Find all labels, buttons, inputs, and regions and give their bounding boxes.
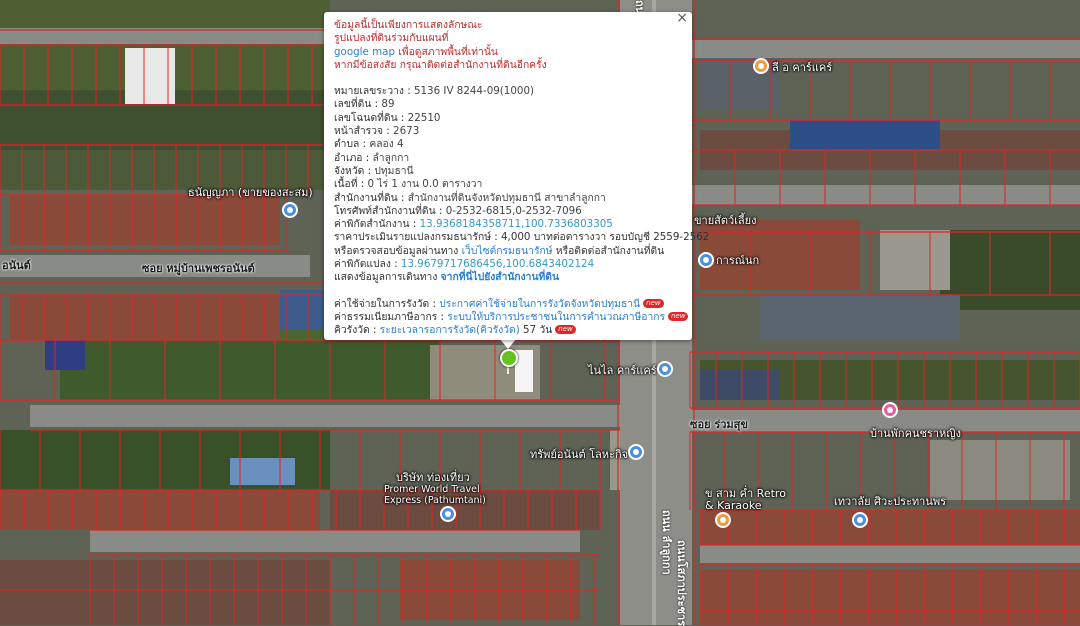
field-land-office: สำนักงานที่ดิน : สำนักงานที่ดินจังหวัดปท…	[334, 191, 606, 204]
field-deed-number: เลขโฉนดที่ดิน : 22510	[334, 111, 441, 124]
road-label-partial: อนันต์	[2, 259, 31, 272]
field-label: หน้าสำรวจ	[334, 125, 384, 138]
poi-pin-icon[interactable]	[715, 512, 731, 528]
poi-label-elderly-home[interactable]: บ้านพักคนชราหญิง	[870, 427, 961, 440]
field-subdistrict: ตำบล : คลอง 4	[334, 138, 404, 151]
field-value: สำนักงานที่ดินจังหวัดปทุมธานี สาขาลำลูกก…	[407, 191, 606, 204]
disclaimer-line-4: หากมีข้อสงสัย กรุณาติดต่อสำนักงานที่ดินอ…	[334, 58, 547, 71]
tax-link[interactable]: ระบบให้บริการประชาชนในการคำนวณภาษีอากร	[447, 311, 665, 323]
poi-label-collectibles[interactable]: ธนัญญภา (ขายของสะสม)	[188, 186, 313, 199]
queue-line: คิวรังวัด : ระยะเวลารอการรังวัด(คิวรังวั…	[334, 324, 682, 337]
field-value: 2673	[393, 125, 420, 138]
disclaimer-line-1: ข้อมูลนี้เป็นเพียงการแสดงลักษณะ	[334, 19, 483, 31]
route-line: แสดงข้อมูลการเดินทาง จากที่นี่ไปยังสำนัก…	[334, 271, 682, 284]
google-map-link[interactable]: google map	[334, 46, 395, 58]
poi-label-kanok[interactable]: การณ์นก	[716, 254, 759, 267]
field-label: เลขโฉนดที่ดิน	[334, 111, 398, 124]
field-province: จังหวัด : ปทุมธานี	[334, 164, 414, 177]
verify-line: หรือตรวจสอบข้อมูลผ่านทาง เว็บไซต์กรมธนาร…	[334, 245, 682, 258]
poi-pin-icon[interactable]	[882, 402, 898, 418]
new-badge: new	[668, 311, 689, 321]
field-office-coord: ค่าพิกัดสำนักงาน : 13.9368184358711,100.…	[334, 218, 613, 231]
disclaimer-line-3: เพื่อดูสภาพพื้นที่เท่านั้น	[398, 45, 498, 58]
poi-pin-icon[interactable]	[628, 444, 644, 460]
field-land-number: เลขที่ดิน : 89	[334, 98, 395, 111]
disclaimer-line-2: รูปแปลงที่ดินร่วมกับแผนที่	[334, 32, 449, 45]
queue-link[interactable]: ระยะเวลารอการรังวัด(คิวรังวัด)	[380, 324, 520, 336]
poi-pin-icon[interactable]	[852, 512, 868, 528]
field-value: ปทุมธานี	[374, 164, 414, 177]
field-label: จังหวัด	[334, 164, 365, 177]
price-line: ราคาประเมินรายแปลงกรมธนารักษ์ : 4,000 บา…	[334, 231, 710, 244]
poi-label-property[interactable]: ทรัพย์อนันต์ โลหะกิจ	[530, 448, 628, 461]
road-label-main-2: ถนนโสภาประชาร	[675, 540, 688, 626]
poi-pin-icon[interactable]	[698, 252, 714, 268]
field-value: ลำลูกกา	[372, 151, 410, 164]
close-icon[interactable]: ×	[676, 11, 688, 25]
route-link[interactable]: จากที่นี่ไปยังสำนักงานที่ดิน	[441, 271, 559, 283]
fee-link[interactable]: ประกาศค่าใช้จ่ายในการรังวัดจังหวัดปทุมธา…	[439, 298, 640, 310]
poi-pin-icon[interactable]	[440, 506, 456, 522]
office-coord-link[interactable]: 13.9368184358711,100.7336803305	[420, 218, 613, 230]
poi-label-travel-en[interactable]: Promer World Travel Express (Pathumtani)	[384, 484, 504, 506]
shop-pin-icon[interactable]	[282, 202, 298, 218]
field-label: ค่าพิกัดสำนักงาน	[334, 218, 410, 231]
field-survey-page: หน้าสำรวจ : 2673	[334, 125, 420, 138]
tax-line: ค่าธรรมเนียมภาษีอากร : ระบบให้บริการประช…	[334, 310, 689, 324]
field-value: 89	[381, 98, 395, 111]
queue-label: คิวรังวัด	[334, 324, 370, 337]
field-label: เลขที่ดิน	[334, 98, 372, 111]
popup-pointer	[500, 339, 516, 349]
field-label: หมายเลขระวาง	[334, 85, 404, 98]
poi-pin-icon[interactable]	[753, 58, 769, 74]
parcel-info-popup: × ข้อมูลนี้เป็นเพียงการแสดงลักษณะ รูปแปล…	[324, 11, 710, 340]
field-label: เนื้อที่	[334, 178, 358, 191]
new-badge: new	[643, 298, 664, 308]
verify-suffix: หรือติดต่อสำนักงานที่ดิน	[555, 244, 665, 257]
field-label: สำนักงานที่ดิน	[334, 191, 398, 204]
poi-pin-icon[interactable]	[657, 361, 673, 377]
tax-label: ค่าธรรมเนียมภาษีอากร	[334, 310, 438, 323]
new-badge: new	[555, 325, 576, 335]
field-value: 22510	[407, 111, 441, 124]
field-value: 0-2532-6815,0-2532-7096	[445, 204, 582, 217]
fee-label: ค่าใช้จ่ายในการรังวัด	[334, 297, 430, 310]
field-sheet-number: หมายเลขระวาง : 5136 IV 8244-09(1000)	[334, 85, 535, 98]
field-area: เนื้อที่ : 0 ไร่ 1 งาน 0.0 ตารางวา	[334, 178, 483, 191]
poi-label-nailai-car-care[interactable]: ไนไล คาร์แคร์	[588, 364, 657, 377]
field-value: 0 ไร่ 1 งาน 0.0 ตารางวา	[367, 178, 483, 191]
verify-prefix: หรือตรวจสอบข้อมูลผ่านทาง	[334, 244, 459, 257]
poi-label-pet-shop[interactable]: ขายสัตว์เลี้ยง	[694, 214, 757, 227]
location-marker-icon[interactable]	[500, 349, 518, 367]
field-district: อำเภอ : ลำลูกกา	[334, 151, 410, 164]
route-prefix: แสดงข้อมูลการเดินทาง	[334, 271, 438, 284]
field-office-phone: โทรศัพท์สำนักงานที่ดิน : 0-2532-6815,0-2…	[334, 204, 582, 217]
treasury-website-link[interactable]: เว็บไซต์กรมธนารักษ์	[462, 245, 553, 257]
poi-label-travel-thai[interactable]: บริษัท ท่องเที่ยว	[396, 471, 470, 484]
poi-label-karaoke-2[interactable]: & Karaoke	[705, 499, 762, 512]
road-label-phet-anan: ซอย หมู่บ้านเพชรอนันต์	[142, 262, 255, 275]
poi-label-cafe[interactable]: เทวาลัย ศิวะประทานพร	[834, 495, 946, 508]
field-label: อำเภอ	[334, 151, 363, 164]
field-label: ตำบล	[334, 138, 360, 151]
field-parcel-coord: ค่าพิกัดแปลง : 13.9679717686456,100.6843…	[334, 258, 595, 271]
poi-label-car-care-top[interactable]: ลี อ คาร์แคร์	[772, 61, 832, 74]
field-label: ค่าพิกัดแปลง	[334, 258, 391, 271]
field-label: โทรศัพท์สำนักงานที่ดิน	[334, 204, 436, 217]
fee-line: ค่าใช้จ่ายในการรังวัด : ประกาศค่าใช้จ่าย…	[334, 298, 682, 311]
queue-days: 57 วัน	[523, 324, 553, 337]
field-value: คลอง 4	[369, 138, 404, 151]
parcel-coord-link[interactable]: 13.9679717686456,100.6843402124	[401, 258, 594, 270]
field-value: 5136 IV 8244-09(1000)	[413, 85, 535, 98]
road-label-ruamsuk: ซอย ร่วมสุข	[690, 418, 748, 431]
